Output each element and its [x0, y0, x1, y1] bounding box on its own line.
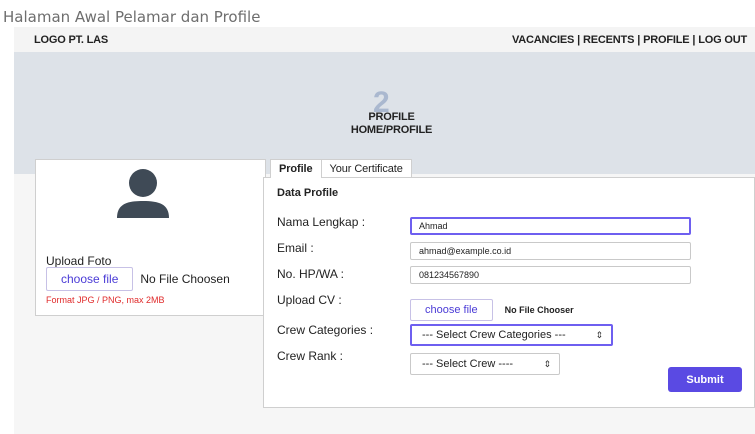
- company-logo[interactable]: LOGO PT. LAS: [34, 34, 108, 46]
- nav-profile[interactable]: PROFILE: [643, 34, 689, 46]
- nav-recents[interactable]: RECENTS: [583, 34, 634, 46]
- photo-upload-card: Upload Foto choose file No File Choosen …: [35, 159, 266, 316]
- choose-cv-button[interactable]: choose file: [410, 299, 493, 321]
- photo-file-status: No File Choosen: [140, 272, 230, 286]
- cv-file-row: choose file No File Chooser: [410, 299, 574, 321]
- crew-categories-select[interactable]: --- Select Crew Categories --- ⇕: [410, 324, 613, 346]
- crew-rank-value: --- Select Crew ----: [422, 358, 514, 370]
- name-field[interactable]: Ahmad: [410, 217, 691, 235]
- app-frame: LOGO PT. LAS VACANCIES | RECENTS | PROFILE | L…: [14, 27, 755, 434]
- crew-categories-value: --- Select Crew Categories ---: [422, 329, 566, 341]
- nav-separator: |: [637, 34, 641, 46]
- banner-title: PROFILE: [368, 111, 415, 123]
- email-field[interactable]: ahmad@example.co.id: [410, 242, 691, 260]
- updown-arrow-icon: ⇕: [543, 359, 551, 369]
- phone-label: No. HP/WA :: [277, 267, 344, 281]
- cv-file-status: No File Chooser: [504, 305, 574, 315]
- tab-profile[interactable]: Profile: [270, 159, 322, 178]
- profile-tab-area: Profile Your Certificate Data Profile Na…: [263, 159, 755, 408]
- breadcrumb: HOME/PROFILE: [350, 124, 433, 136]
- nav-separator: |: [577, 34, 581, 46]
- nav-separator: |: [692, 34, 696, 46]
- upload-photo-label: Upload Foto: [46, 254, 112, 268]
- updown-arrow-icon: ⇕: [595, 330, 603, 340]
- submit-button[interactable]: Submit: [668, 367, 742, 392]
- profile-form-panel: Data Profile Nama Lengkap : Ahmad Email …: [263, 177, 755, 408]
- tab-bar: Profile Your Certificate: [270, 159, 412, 178]
- main-nav: VACANCIES | RECENTS | PROFILE | LOG OUT: [512, 34, 747, 46]
- top-navbar: LOGO PT. LAS VACANCIES | RECENTS | PROFILE | L…: [14, 27, 755, 52]
- crew-rank-label: Crew Rank :: [277, 349, 344, 363]
- crew-rank-select[interactable]: --- Select Crew ---- ⇕: [410, 353, 560, 375]
- tab-your-certificate[interactable]: Your Certificate: [320, 159, 412, 178]
- cv-label: Upload CV :: [277, 293, 342, 307]
- phone-field[interactable]: 081234567890: [410, 266, 691, 284]
- page-heading: Halaman Awal Pelamar dan Profile: [3, 8, 261, 26]
- page-banner: 2 PROFILE HOME/PROFILE: [14, 52, 755, 174]
- photo-format-note: Format JPG / PNG, max 2MB: [46, 295, 165, 305]
- nav-log-out[interactable]: LOG OUT: [698, 34, 747, 46]
- name-label: Nama Lengkap :: [277, 215, 366, 229]
- user-avatar-icon: [117, 169, 169, 218]
- email-label: Email :: [277, 241, 314, 255]
- nav-vacancies[interactable]: VACANCIES: [512, 34, 574, 46]
- photo-file-row: choose file No File Choosen: [46, 267, 230, 291]
- section-title: Data Profile: [277, 187, 339, 199]
- choose-photo-button[interactable]: choose file: [46, 267, 134, 291]
- crew-categories-label: Crew Categories :: [277, 323, 374, 337]
